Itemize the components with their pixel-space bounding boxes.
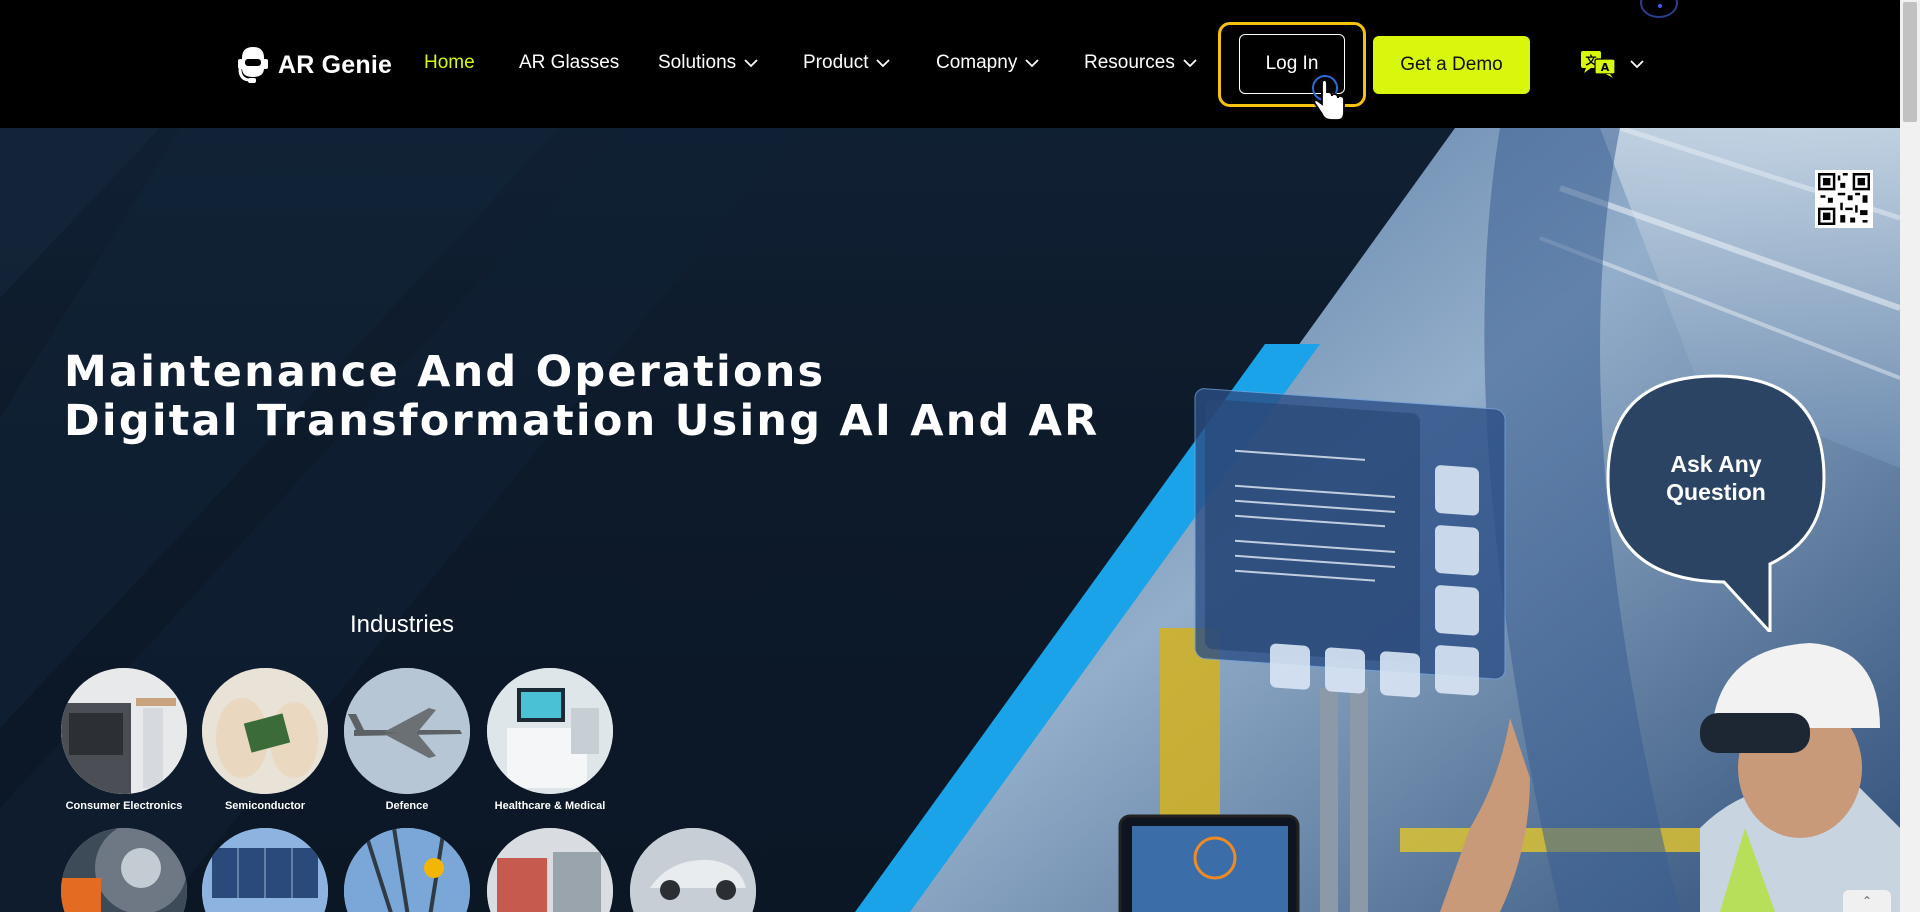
industry-defence[interactable]: Defence [344,668,470,812]
industry-image [487,828,613,912]
nav-home-label: Home [424,52,475,73]
nav-company[interactable]: Comapny [936,52,1039,74]
industry-consumer-electronics[interactable]: Consumer Electronics [61,668,187,812]
nav-home[interactable]: Home [424,52,475,74]
nav-resources[interactable]: Resources [1084,52,1197,74]
nav-ar-glasses-label: AR Glasses [519,52,620,73]
nav-solutions-label: Solutions [658,52,737,73]
nav-company-label: Comapny [936,52,1018,73]
page-scrollbar[interactable] [1900,0,1920,912]
industry-image [630,828,756,912]
brand-logo[interactable]: AR Genie [234,44,392,86]
chevron-down-icon [1025,58,1039,67]
industry-image [344,668,470,794]
chevron-down-icon [876,58,891,67]
industry-label: Semiconductor [224,800,306,812]
industry-energy-solar[interactable] [202,828,328,912]
chevron-down-icon [744,58,758,67]
scrollbar-thumb[interactable] [1903,2,1917,122]
genie-logo-icon [238,47,268,83]
hero-headline-line2: Digital Transformation Using AI And AR [64,396,1100,446]
industry-image [344,828,470,912]
bubble-line2: Question [1666,479,1766,505]
industry-manufacturing[interactable] [487,828,613,912]
nav-product[interactable]: Product [803,52,891,74]
industry-semiconductor[interactable]: Semiconductor [202,668,328,812]
hero-headline-line1: Maintenance And Operations [64,347,826,397]
industry-image [487,668,613,794]
top-navbar: AR Genie Home AR Glasses Solutions Produ… [0,0,1900,128]
nav-product-label: Product [803,52,869,73]
brand-name: AR Genie [278,50,393,79]
industry-label: Defence [385,800,429,812]
hand-cursor-icon [1312,75,1345,121]
industry-image [61,668,187,794]
hero-section: Maintenance And Operations Digital Trans… [0,128,1900,912]
industries-title: Industries [350,611,455,638]
svg-text:A: A [1601,61,1610,74]
language-selector[interactable]: 文 A [1580,50,1644,78]
industry-label: Healthcare & Medical [494,800,606,812]
industry-image [202,828,328,912]
hero-headline: Maintenance And Operations Digital Trans… [64,348,1099,446]
industry-aerospace[interactable] [61,828,187,912]
chevron-down-icon [1630,59,1644,68]
nav-ar-glasses[interactable]: AR Glasses [519,52,619,74]
qr-code[interactable] [1815,170,1873,228]
nav-resources-label: Resources [1084,52,1175,73]
chevron-down-icon [1183,58,1197,67]
floating-widget-icon[interactable] [1640,0,1678,18]
industry-image [61,828,187,912]
translate-icon: 文 A [1581,51,1616,78]
industry-utilities[interactable] [344,828,470,912]
industry-automotive[interactable] [630,828,756,912]
bubble-line1: Ask Any [1670,451,1762,477]
get-demo-button[interactable]: Get a Demo [1373,36,1530,94]
industry-label: Consumer Electronics [65,800,183,812]
industry-image [202,668,328,794]
scroll-to-top-button[interactable]: ⌃ [1843,890,1891,912]
nav-solutions[interactable]: Solutions [658,52,758,74]
industry-healthcare-medical[interactable]: Healthcare & Medical [487,668,613,812]
ask-question-text: Ask Any Question [1636,450,1796,506]
